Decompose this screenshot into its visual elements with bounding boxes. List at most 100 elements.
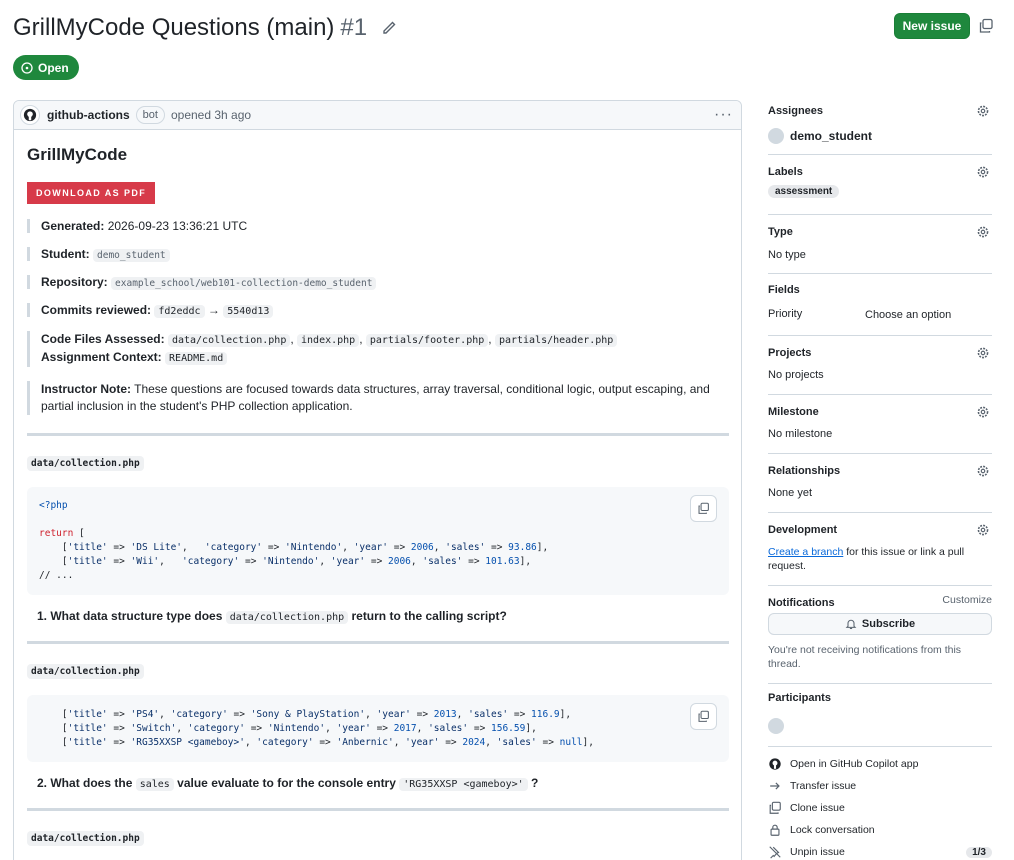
type-section: Type No type bbox=[768, 215, 992, 274]
action-label: Transfer issue bbox=[790, 780, 857, 792]
github-icon bbox=[769, 758, 781, 770]
code-files-label: Code Files Assessed: bbox=[41, 332, 165, 346]
action-label: Clone issue bbox=[790, 802, 845, 814]
gear-icon[interactable] bbox=[976, 165, 990, 179]
projects-value: No projects bbox=[768, 369, 824, 381]
transfer-issue-action[interactable]: Transfer issue bbox=[768, 775, 992, 797]
repository-label: Repository: bbox=[41, 275, 108, 289]
file-label: data/collection.php bbox=[27, 456, 144, 471]
instructor-note: Instructor Note: These questions are foc… bbox=[27, 381, 729, 415]
download-pdf-button[interactable]: DOWNLOAD AS PDF bbox=[27, 182, 156, 204]
gear-icon[interactable] bbox=[976, 405, 990, 419]
files-block: Code Files Assessed: data/collection.php… bbox=[27, 331, 729, 367]
commit-to: 5540d13 bbox=[223, 305, 274, 318]
gear-icon[interactable] bbox=[976, 464, 990, 478]
divider bbox=[27, 808, 729, 811]
copy-code-button[interactable] bbox=[690, 495, 717, 522]
issue-sidebar: Assignees demo_student Labels assessment… bbox=[768, 100, 992, 860]
create-branch-link[interactable]: Create a branch bbox=[768, 546, 843, 558]
comment-meta[interactable]: opened 3h ago bbox=[171, 108, 251, 122]
avatar[interactable] bbox=[20, 105, 40, 125]
bot-badge: bot bbox=[135, 106, 165, 124]
relationships-value: None yet bbox=[768, 487, 813, 499]
question-text: return to the calling script? bbox=[351, 609, 507, 623]
status-badge: Open bbox=[13, 55, 79, 80]
issue-title-text: GrillMyCode Questions (main) bbox=[13, 14, 335, 41]
copy-code-button[interactable] bbox=[690, 703, 717, 730]
note-text-1: These questions are focused towards data… bbox=[134, 382, 710, 396]
gear-icon[interactable] bbox=[976, 523, 990, 537]
notification-status: You're not receiving notifications from … bbox=[768, 643, 961, 671]
clone-issue-action[interactable]: Clone issue bbox=[768, 797, 992, 819]
commit-from: fd2eddc bbox=[154, 305, 205, 318]
comment-heading: GrillMyCode bbox=[27, 145, 128, 164]
action-label: Lock conversation bbox=[790, 824, 875, 836]
priority-select[interactable]: Choose an option bbox=[865, 309, 951, 321]
repository-line: Repository: example_school/web101-collec… bbox=[27, 275, 729, 290]
copy-icon bbox=[698, 710, 709, 722]
copy-icon[interactable] bbox=[978, 18, 994, 34]
divider bbox=[27, 641, 729, 644]
generated-value: 2026-09-23 13:36:21 UTC bbox=[107, 219, 248, 233]
priority-label: Priority bbox=[768, 308, 803, 320]
gear-icon[interactable] bbox=[976, 225, 990, 239]
note-text-2: partial inclusion in the student's PHP c… bbox=[41, 399, 353, 413]
file-label: data/collection.php bbox=[27, 831, 144, 846]
assignee[interactable]: demo_student bbox=[768, 128, 872, 144]
notification-text: You're not receiving notifications from … bbox=[768, 644, 962, 656]
pin-count-badge: 1/3 bbox=[966, 846, 992, 858]
open-copilot-action[interactable]: Open in GitHub Copilot app bbox=[768, 753, 992, 775]
action-label: Open in GitHub Copilot app bbox=[790, 758, 919, 770]
code-block: ['title' => 'PS4', 'category' => 'Sony &… bbox=[27, 695, 729, 762]
divider bbox=[27, 433, 729, 436]
unpin-icon bbox=[769, 846, 781, 859]
development-desc: for this issue or link a pull bbox=[846, 546, 965, 558]
issue-open-icon bbox=[21, 61, 33, 74]
gear-icon[interactable] bbox=[976, 104, 990, 118]
fields-section: Fields Priority Choose an option bbox=[768, 274, 992, 336]
student-value: demo_student bbox=[93, 249, 170, 262]
avatar[interactable] bbox=[768, 718, 784, 734]
generated-line: Generated: 2026-09-23 13:36:21 UTC bbox=[27, 219, 729, 233]
unpin-issue-action[interactable]: Unpin issue 1/3 bbox=[768, 841, 992, 860]
code-block: <?php return [ ['title' => 'DS Lite', 'c… bbox=[27, 487, 729, 595]
labels-section: Labels assessment bbox=[768, 155, 992, 215]
customize-link[interactable]: Customize bbox=[942, 594, 992, 606]
development-section: Development Create a branch for this iss… bbox=[768, 513, 992, 586]
section-title: Fields bbox=[768, 284, 800, 296]
section-title: Milestone bbox=[768, 406, 819, 418]
lock-conversation-action[interactable]: Lock conversation bbox=[768, 819, 992, 841]
question-code: 'RG35XXSP <gameboy>' bbox=[399, 778, 528, 791]
file-label: data/collection.php bbox=[27, 664, 144, 679]
code-file: index.php bbox=[297, 334, 360, 347]
question-code: data/collection.php bbox=[225, 611, 349, 624]
code-file: partials/footer.php bbox=[365, 334, 489, 347]
bell-icon bbox=[845, 619, 857, 630]
question-text: ? bbox=[531, 776, 539, 790]
development-text: Create a branch for this issue or link a… bbox=[768, 545, 964, 573]
comment-author[interactable]: github-actions bbox=[47, 108, 130, 122]
section-title: Type bbox=[768, 226, 793, 238]
subscribe-button[interactable]: Subscribe bbox=[768, 613, 992, 635]
relationships-section: Relationships None yet bbox=[768, 454, 992, 513]
code-file: partials/header.php bbox=[494, 334, 618, 347]
student-label: Student: bbox=[41, 247, 90, 261]
gear-icon[interactable] bbox=[976, 346, 990, 360]
commits-line: Commits reviewed: fd2eddc → 5540d13 bbox=[27, 303, 729, 318]
more-options-icon[interactable]: ··· bbox=[714, 106, 733, 124]
issue-number: #1 bbox=[340, 14, 368, 41]
issue-comment: github-actions bot opened 3h ago ··· Gri… bbox=[13, 100, 742, 860]
question-2: 2. What does the sales value evaluate to… bbox=[37, 776, 729, 791]
issue-actions: Open in GitHub Copilot app Transfer issu… bbox=[768, 747, 992, 860]
question-number: 2. bbox=[37, 776, 48, 790]
new-issue-button[interactable]: New issue bbox=[894, 13, 970, 39]
status-label: Open bbox=[38, 60, 69, 75]
development-desc: request. bbox=[768, 560, 806, 572]
comment-body: GrillMyCode DOWNLOAD AS PDF Generated: 2… bbox=[14, 145, 741, 846]
github-icon bbox=[23, 108, 37, 122]
arrow-right-icon: → bbox=[207, 303, 220, 317]
label-chip[interactable]: assessment bbox=[768, 185, 840, 198]
pencil-icon[interactable] bbox=[381, 20, 397, 36]
section-title: Projects bbox=[768, 347, 812, 359]
arrow-right-icon bbox=[770, 782, 780, 790]
